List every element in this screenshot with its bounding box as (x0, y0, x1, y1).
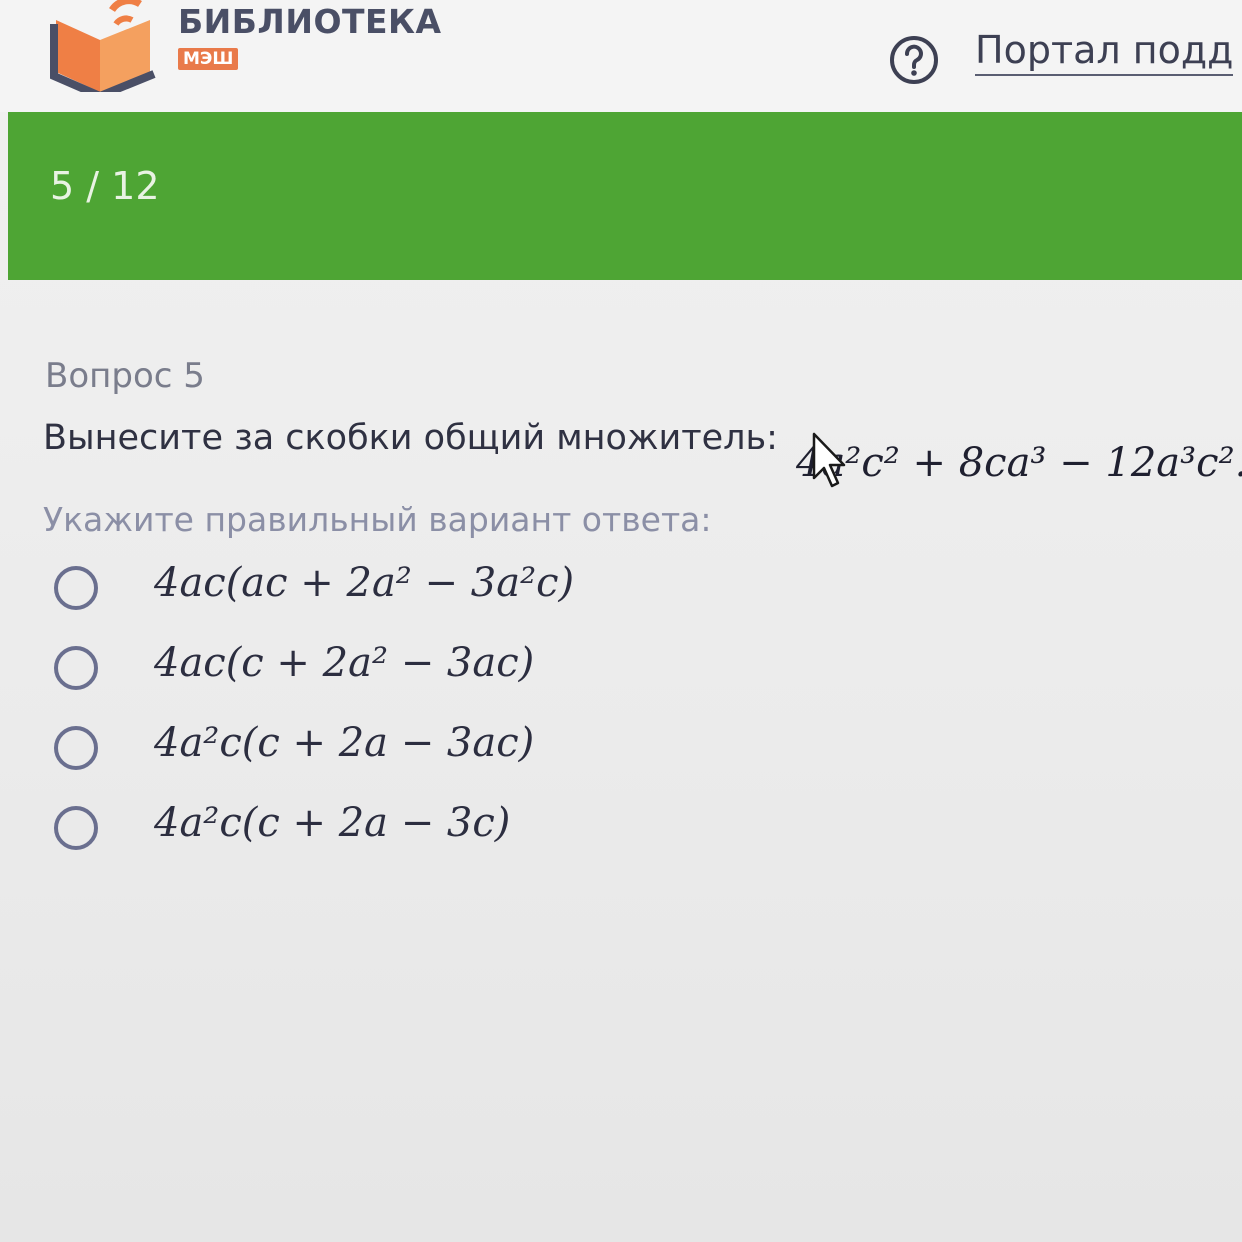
question-text: Вынесите за скобки общий множитель: (43, 418, 778, 458)
answer-instruction: Укажите правильный вариант ответа: (43, 500, 712, 539)
support-portal-link[interactable]: Портал подд (975, 28, 1234, 76)
radio-button[interactable] (54, 806, 98, 850)
radio-button[interactable] (54, 646, 98, 690)
progress-bar (8, 112, 1242, 280)
answer-option-1[interactable]: 4ac(ac + 2a² − 3a²c) (50, 560, 750, 620)
mouse-cursor-icon (812, 432, 846, 488)
option-label[interactable]: 4ac(ac + 2a² − 3a²c) (154, 560, 574, 606)
answer-option-2[interactable]: 4ac(c + 2a² − 3ac) (50, 640, 750, 700)
answer-option-4[interactable]: 4a²c(c + 2a − 3c) (50, 800, 750, 860)
question-circle-icon[interactable] (888, 34, 940, 86)
header: БИБЛИОТЕКА МЭШ Портал подд (0, 0, 1242, 112)
library-logo-icon[interactable] (50, 0, 160, 92)
radio-button[interactable] (54, 566, 98, 610)
option-label[interactable]: 4a²c(c + 2a − 3ac) (154, 720, 534, 766)
question-formula: 4a²c² + 8ca³ − 12a³c². (796, 440, 1242, 486)
option-label[interactable]: 4ac(c + 2a² − 3ac) (154, 640, 534, 686)
brand-title: БИБЛИОТЕКА (178, 2, 442, 41)
brand-badge: МЭШ (178, 48, 239, 70)
answer-option-3[interactable]: 4a²c(c + 2a − 3ac) (50, 720, 750, 780)
page: БИБЛИОТЕКА МЭШ Портал подд 5 / 12 Вопрос… (0, 0, 1242, 1242)
radio-button[interactable] (54, 726, 98, 770)
question-number: Вопрос 5 (45, 356, 205, 396)
question-progress: 5 / 12 (50, 164, 160, 208)
option-label[interactable]: 4a²c(c + 2a − 3c) (154, 800, 510, 846)
